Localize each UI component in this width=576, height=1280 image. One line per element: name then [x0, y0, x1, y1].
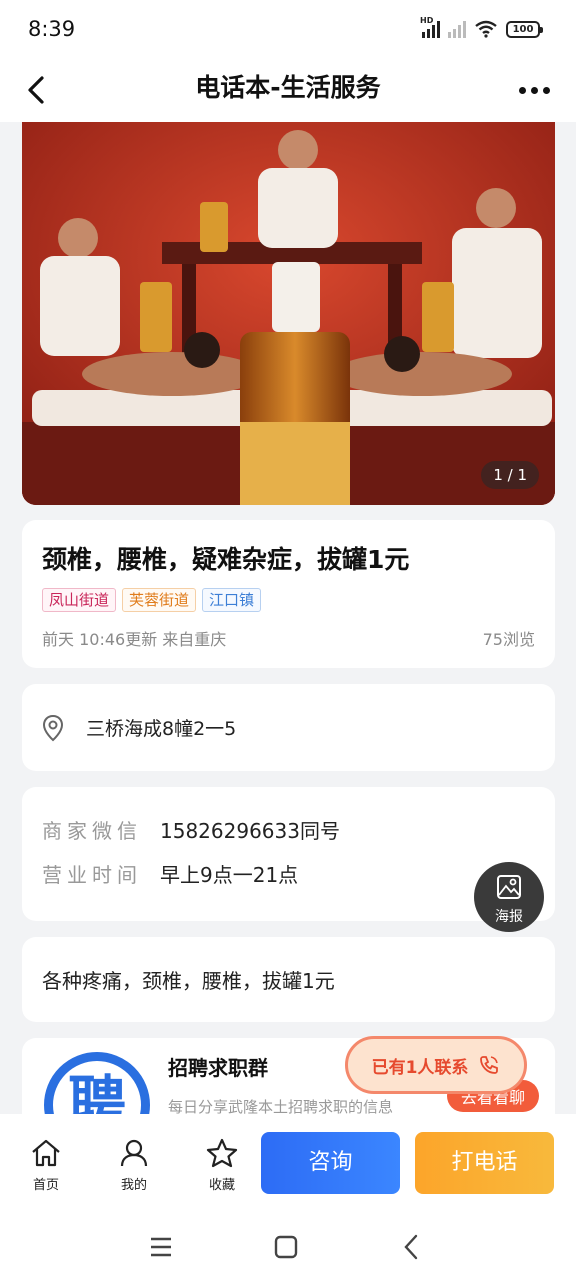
hours-value: 早上9点一21点	[160, 863, 299, 887]
view-count: 75浏览	[482, 630, 535, 649]
ad-title: 招聘求职群	[168, 1056, 268, 1080]
phone-call-icon	[480, 1056, 499, 1074]
photo-counter: 1 / 1	[481, 461, 539, 489]
post-meta: 前天 10:46更新 来自重庆	[42, 630, 227, 649]
recent-apps-button[interactable]	[146, 1232, 176, 1262]
wechat-row[interactable]: 商家微信 15826296633同号	[42, 815, 340, 844]
tab-favorite-label: 收藏	[208, 1178, 235, 1193]
more-dot-icon	[530, 86, 538, 94]
location-pin-icon	[42, 714, 64, 742]
post-title-card: 颈椎，腰椎，疑难杂症，拔罐1元 凤山街道 芙蓉街道 江口镇 前天 10:46更新…	[22, 520, 555, 668]
chevron-left-icon	[404, 1234, 418, 1260]
status-bar: 8:39 HD 100	[0, 0, 576, 60]
massage-photo	[22, 122, 555, 505]
description-card: 各种疼痛，颈椎，腰椎，拔罐1元	[22, 937, 555, 1022]
address-card[interactable]: 三桥海成8幢2一5	[22, 684, 555, 771]
call-button[interactable]: 打电话	[415, 1132, 554, 1194]
wechat-label: 商家微信	[42, 819, 142, 843]
back-nav-button[interactable]	[396, 1232, 426, 1262]
status-icons: HD 100	[420, 16, 543, 38]
description-text: 各种疼痛，颈椎，腰椎，拔罐1元	[42, 969, 335, 993]
tab-me-label: 我的	[120, 1178, 147, 1193]
contact-count-label: 已有1人联系	[371, 1057, 469, 1078]
more-dot-icon	[518, 86, 526, 94]
contact-count-pill[interactable]: 已有1人联系	[345, 1036, 527, 1094]
menu-icon	[151, 1237, 171, 1257]
hours-label: 营业时间	[42, 863, 142, 887]
location-tag[interactable]: 芙蓉街道	[122, 588, 197, 612]
home-nav-button[interactable]	[271, 1232, 301, 1262]
poster-button[interactable]: 海报	[474, 862, 544, 932]
more-options-button[interactable]	[514, 72, 554, 108]
poster-label: 海报	[495, 909, 523, 925]
user-icon	[120, 1139, 148, 1167]
square-icon	[274, 1235, 298, 1259]
hero-image[interactable]: 1 / 1	[22, 122, 555, 505]
page-title: 电话本-生活服务	[195, 73, 381, 102]
tab-me[interactable]: 我的	[104, 1138, 164, 1193]
tab-favorite[interactable]: 收藏	[192, 1138, 252, 1193]
battery-icon: 100	[506, 20, 543, 38]
ad-subtitle: 每日分享武隆本土招聘求职的信息	[168, 1098, 394, 1114]
content-scroll[interactable]: 1 / 1 颈椎，腰椎，疑难杂症，拔罐1元 凤山街道 芙蓉街道 江口镇 前天 1…	[0, 122, 576, 1114]
system-nav-bar	[0, 1212, 576, 1280]
hours-row: 营业时间 早上9点一21点	[42, 859, 298, 888]
signal-off-icon	[448, 20, 466, 38]
location-tag[interactable]: 凤山街道	[42, 588, 117, 612]
consult-button[interactable]: 咨询	[261, 1132, 400, 1194]
home-icon	[32, 1139, 60, 1167]
wifi-icon	[475, 20, 497, 38]
recruitment-logo: 聘	[44, 1052, 150, 1114]
signal-icon: HD	[420, 16, 440, 38]
post-title: 颈椎，腰椎，疑难杂症，拔罐1元	[42, 545, 410, 574]
status-time: 8:39	[28, 17, 76, 41]
image-icon	[497, 875, 521, 899]
nav-bar: 电话本-生活服务	[0, 60, 576, 122]
wechat-value: 15826296633同号	[160, 819, 340, 843]
bottom-action-bar: 首页 我的 收藏 咨询 打电话	[0, 1114, 576, 1212]
more-dot-icon	[542, 86, 550, 94]
tab-home-label: 首页	[32, 1178, 59, 1193]
tab-home[interactable]: 首页	[16, 1138, 76, 1193]
location-tag[interactable]: 江口镇	[202, 588, 262, 612]
star-icon	[206, 1138, 238, 1168]
location-tags: 凤山街道 芙蓉街道 江口镇	[42, 588, 262, 612]
address-text: 三桥海成8幢2一5	[86, 718, 237, 740]
